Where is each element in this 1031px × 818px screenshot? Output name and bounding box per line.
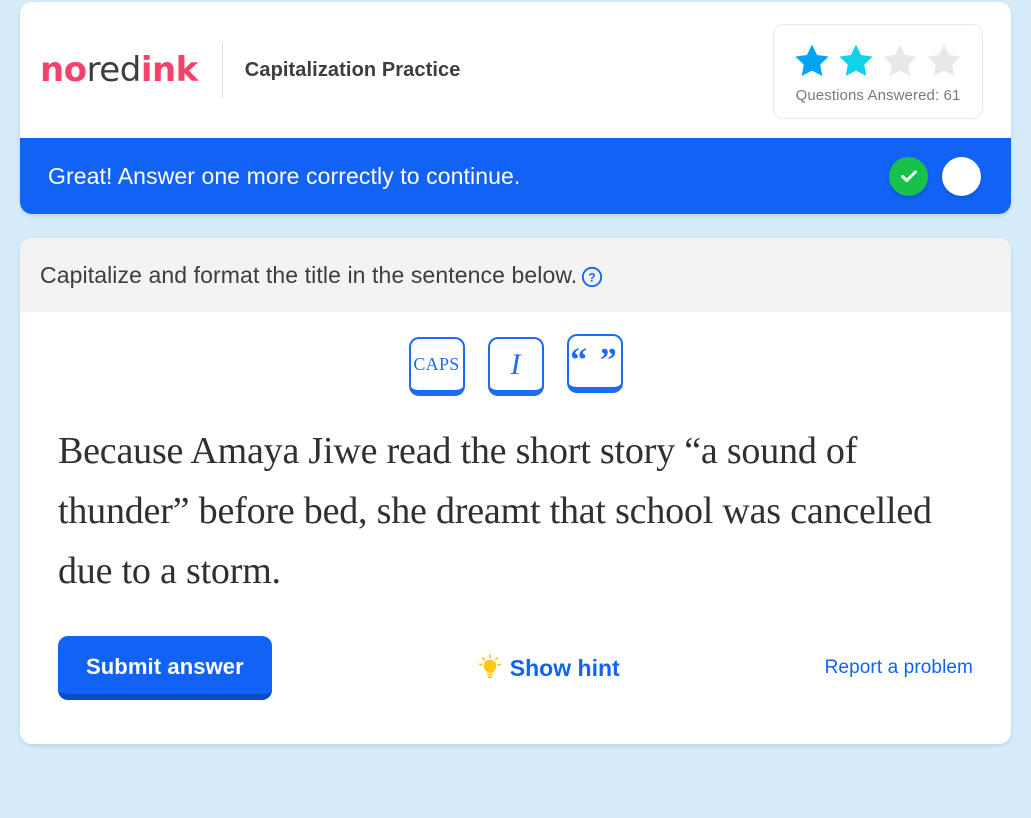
star-icon-1 [795,44,829,76]
logo-part-red: red [86,50,142,90]
caps-button[interactable]: CAPS [408,337,465,396]
question-sentence[interactable]: Because Amaya Jiwe read the short story … [58,421,973,601]
question-card: Capitalize and format the title in the s… [20,238,1011,744]
app-header: noredink Capitalization Practice Questio… [20,2,1011,138]
page-root: noredink Capitalization Practice Questio… [0,0,1031,818]
star-icon-2 [839,44,873,76]
lightbulb-icon [478,654,501,679]
logo-part-ink: ink [140,50,198,90]
status-banner: Great! Answer one more correctly to cont… [20,138,1011,214]
show-hint-label: Show hint [509,654,620,681]
instruction-bar: Capitalize and format the title in the s… [20,238,1011,312]
quotation-button[interactable]: “ ” [566,334,623,393]
svg-text:?: ? [589,271,596,285]
questions-answered-label: Questions Answered: 61 [795,86,961,104]
header-card: noredink Capitalization Practice Questio… [20,2,1011,214]
header-divider [221,42,223,98]
stars-row [791,40,965,82]
star-icon-4 [927,44,961,76]
status-banner-message: Great! Answer one more correctly to cont… [48,162,521,189]
star-icon-3 [883,44,917,76]
noredink-logo[interactable]: noredink [40,53,198,87]
progress-dot-empty [942,156,981,196]
question-mark-icon[interactable]: ? [581,266,603,288]
check-icon [900,170,917,183]
progress-dots [889,156,981,196]
logo-part-no: no [40,50,87,90]
submit-answer-button[interactable]: Submit answer [58,636,272,700]
format-toolbar: CAPS I “ ” [20,334,1011,396]
question-mark-icon-svg: ? [582,266,603,288]
page-title: Capitalization Practice [244,58,461,81]
report-problem-link[interactable]: Report a problem [825,657,973,679]
show-hint-link[interactable]: Show hint [477,654,620,682]
progress-dot-correct [889,156,928,196]
instruction-text: Capitalize and format the title in the s… [40,261,578,288]
progress-box: Questions Answered: 61 [773,24,983,119]
italic-button[interactable]: I [487,337,544,396]
action-row: Submit answer Show hint Report a problem [20,636,1011,700]
